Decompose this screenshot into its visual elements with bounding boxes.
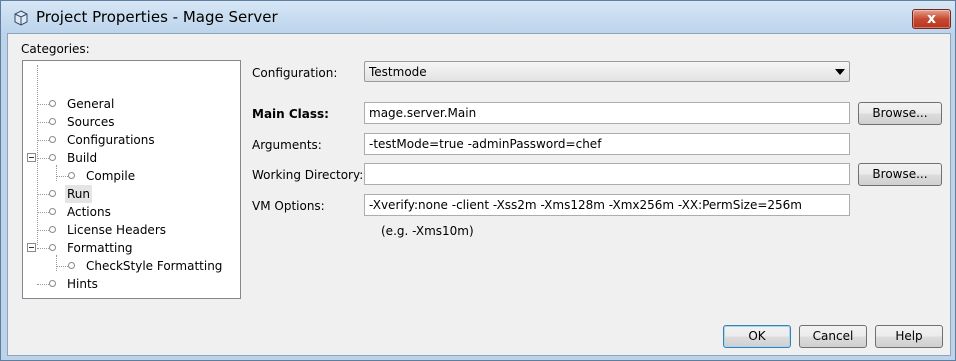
arguments-field[interactable]: -testMode=true -adminPassword=chef <box>364 133 850 155</box>
tree-item-formatting[interactable]: Formatting <box>65 239 135 257</box>
tree-item-general[interactable]: General <box>65 95 116 113</box>
tree-connector <box>37 248 49 249</box>
leaf-node-icon <box>49 226 56 233</box>
tree-connector <box>37 158 49 159</box>
configuration-select[interactable]: Testmode <box>364 61 850 82</box>
tree-connector <box>37 140 49 141</box>
window-title: Project Properties - Mage Server <box>36 8 278 26</box>
leaf-node-icon <box>49 154 56 161</box>
leaf-node-icon <box>49 118 56 125</box>
tree-connector <box>37 230 49 231</box>
leaf-node-icon <box>49 244 56 251</box>
leaf-node-icon <box>49 280 56 287</box>
tree-item-sources[interactable]: Sources <box>65 113 116 131</box>
collapse-icon[interactable] <box>27 243 36 252</box>
ok-button[interactable]: OK <box>723 325 791 348</box>
tree-item-run[interactable]: Run <box>65 185 93 203</box>
tree-connector <box>37 284 49 285</box>
close-button[interactable]: x <box>912 9 951 29</box>
tree-connector <box>37 104 49 105</box>
cancel-button[interactable]: Cancel <box>799 325 867 348</box>
arguments-label: Arguments: <box>252 138 322 152</box>
tree-connector <box>37 194 49 195</box>
tree-item-compile[interactable]: Compile <box>84 167 137 185</box>
tree-connector <box>56 165 57 181</box>
close-icon: x <box>926 11 937 27</box>
configuration-label: Configuration: <box>252 66 338 80</box>
configuration-value: Testmode <box>369 65 427 79</box>
tree-connector <box>37 212 49 213</box>
working-directory-field[interactable] <box>364 163 850 185</box>
leaf-node-icon <box>68 172 75 179</box>
tree-item-actions[interactable]: Actions <box>65 203 113 221</box>
tree-connector <box>56 176 68 177</box>
tree-item-license-headers[interactable]: License Headers <box>65 221 168 239</box>
chevron-down-icon <box>835 69 845 75</box>
working-directory-label: Working Directory: <box>252 168 364 182</box>
collapse-icon[interactable] <box>27 153 36 162</box>
vm-options-label: VM Options: <box>252 199 325 213</box>
tree-item-hints[interactable]: Hints <box>65 275 100 293</box>
project-cube-icon <box>14 10 28 26</box>
tree-item-build[interactable]: Build <box>65 149 99 167</box>
categories-tree[interactable]: General Sources Configurations Build Com… <box>22 60 241 299</box>
tree-item-checkstyle-formatting[interactable]: CheckStyle Formatting <box>84 257 224 275</box>
main-class-field[interactable]: mage.server.Main <box>364 102 850 124</box>
leaf-node-icon <box>49 136 56 143</box>
tree-item-configurations[interactable]: Configurations <box>65 131 157 149</box>
project-properties-window: Project Properties - Mage Server x Categ… <box>0 0 956 361</box>
tree-connector <box>37 65 38 245</box>
vm-options-hint: (e.g. -Xms10m) <box>381 224 474 238</box>
tree-connector <box>37 122 49 123</box>
tree-connector <box>56 255 57 271</box>
vm-options-field[interactable]: -Xverify:none -client -Xss2m -Xms128m -X… <box>364 194 850 216</box>
leaf-node-icon <box>49 208 56 215</box>
help-button[interactable]: Help <box>875 325 943 348</box>
categories-label: Categories: <box>21 42 90 56</box>
leaf-node-icon <box>49 190 56 197</box>
leaf-node-icon <box>49 100 56 107</box>
title-bar[interactable]: Project Properties - Mage Server x <box>1 1 955 33</box>
tree-connector <box>56 266 68 267</box>
working-directory-browse-button[interactable]: Browse... <box>858 163 942 186</box>
main-class-browse-button[interactable]: Browse... <box>858 102 942 125</box>
leaf-node-icon <box>68 262 75 269</box>
main-class-label: Main Class: <box>252 107 329 121</box>
dialog-content: Categories: General Sources Configuratio… <box>7 33 951 356</box>
